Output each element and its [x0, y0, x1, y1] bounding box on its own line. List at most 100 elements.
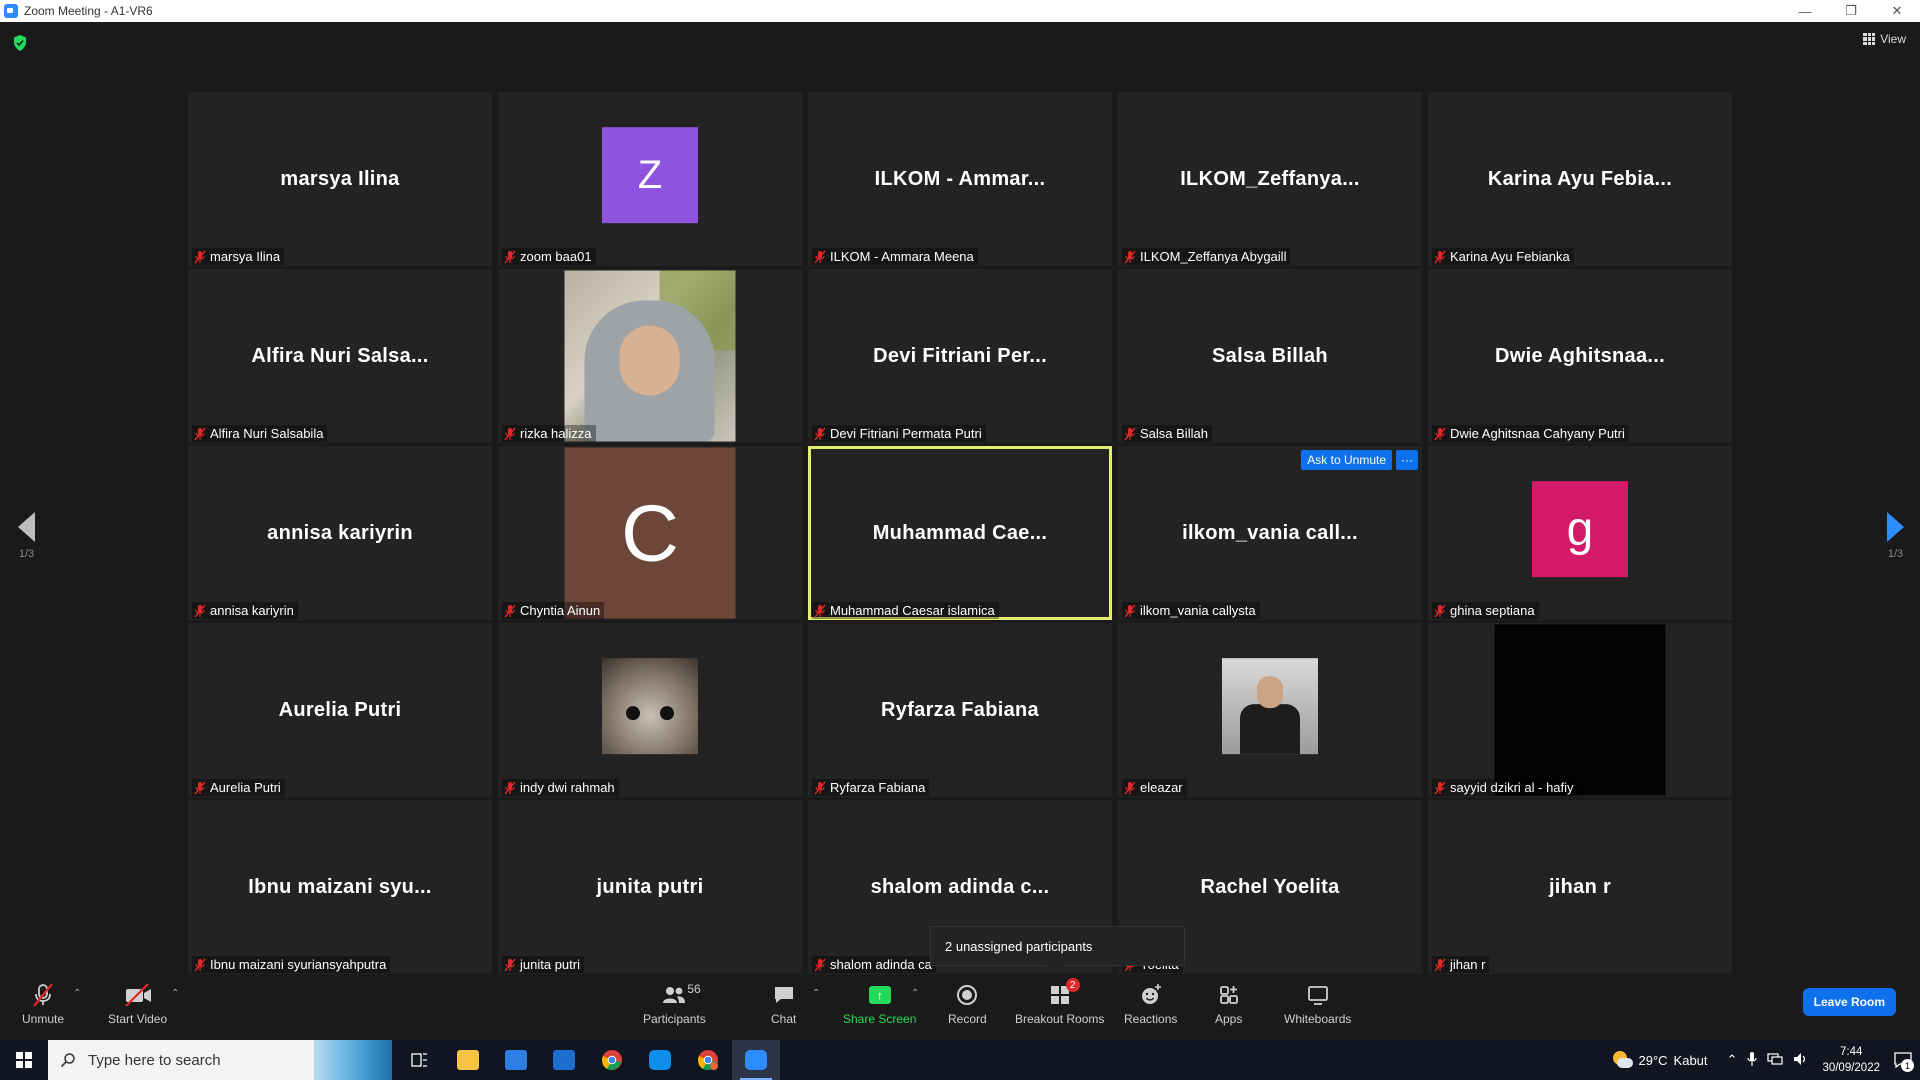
- participant-name-label: junita putri: [502, 956, 584, 973]
- participant-display-name: ILKOM_Zeffanya...: [1180, 167, 1360, 190]
- muted-mic-icon: [194, 427, 206, 441]
- chat-options-caret-icon[interactable]: ⌃: [812, 988, 820, 999]
- zoom-taskbar-icon[interactable]: [732, 1040, 780, 1080]
- weather-desc: Kabut: [1673, 1052, 1708, 1068]
- network-icon[interactable]: [1767, 1052, 1784, 1069]
- share-screen-button[interactable]: ↑ Share Screen: [843, 982, 916, 1026]
- record-button[interactable]: Record: [948, 982, 987, 1026]
- taskbar-clock[interactable]: 7:44 30/09/2022: [1822, 1044, 1880, 1076]
- chat-button[interactable]: Chat: [771, 982, 796, 1026]
- volume-icon[interactable]: [1793, 1052, 1809, 1069]
- participant-tile[interactable]: Karina Ayu Febia... Karina Ayu Febianka: [1428, 92, 1732, 266]
- teamviewer-icon[interactable]: [636, 1040, 684, 1080]
- notification-center-icon[interactable]: 1: [1890, 1040, 1916, 1080]
- participant-name-label: annisa kariyrin: [192, 602, 298, 619]
- restore-icon[interactable]: ❐: [1828, 0, 1874, 22]
- participant-tile[interactable]: Dwie Aghitsnaa... Dwie Aghitsnaa Cahyany …: [1428, 269, 1732, 443]
- participant-tile[interactable]: rizka halizza: [498, 269, 802, 443]
- next-page-arrow-icon[interactable]: [1887, 512, 1904, 542]
- reactions-button[interactable]: Reactions: [1124, 982, 1177, 1026]
- participant-name-label: ILKOM - Ammara Meena: [812, 248, 978, 265]
- video-options-caret-icon[interactable]: ⌃: [171, 988, 179, 999]
- microsoft-store-icon[interactable]: [492, 1040, 540, 1080]
- task-view-icon[interactable]: [396, 1040, 444, 1080]
- participant-tile[interactable]: ILKOM - Ammar... ILKOM - Ammara Meena: [808, 92, 1112, 266]
- ask-to-unmute-button[interactable]: Ask to Unmute: [1301, 450, 1392, 470]
- file-explorer-icon[interactable]: [444, 1040, 492, 1080]
- participant-name: Dwie Aghitsnaa Cahyany Putri: [1450, 426, 1625, 441]
- participant-tile[interactable]: ILKOM_Zeffanya... ILKOM_Zeffanya Abygaill: [1118, 92, 1422, 266]
- participant-tile[interactable]: indy dwi rahmah: [498, 623, 802, 797]
- system-tray: 29°C Kabut ⌃ 7:44 30/09/2022 1: [1611, 1040, 1920, 1080]
- participant-tile[interactable]: marsya Ilina marsya Ilina: [188, 92, 492, 266]
- whiteboards-button[interactable]: Whiteboards: [1284, 982, 1351, 1026]
- muted-mic-icon: [504, 958, 516, 972]
- chrome-profile-icon[interactable]: [684, 1040, 732, 1080]
- weather-widget[interactable]: 29°C Kabut: [1611, 1051, 1708, 1069]
- participant-tile[interactable]: Ryfarza Fabiana Ryfarza Fabiana: [808, 623, 1112, 797]
- participant-tile[interactable]: Alfira Nuri Salsa... Alfira Nuri Salsabil…: [188, 269, 492, 443]
- participant-name: Ibnu maizani syuriansyahputra: [210, 957, 387, 972]
- prev-page-nav[interactable]: 1/3: [18, 512, 35, 560]
- participant-name-label: ghina septiana: [1432, 602, 1539, 619]
- breakout-rooms-button[interactable]: 2 Breakout Rooms: [1015, 978, 1104, 1026]
- participant-tile[interactable]: sayyid dzikri al - hafiy: [1428, 623, 1732, 797]
- more-options-button[interactable]: ···: [1396, 450, 1418, 470]
- participants-count: 56: [687, 982, 701, 996]
- participant-tile[interactable]: junita putri junita putri: [498, 800, 802, 974]
- participant-tile[interactable]: eleazar: [1118, 623, 1422, 797]
- video-off-icon: [123, 982, 153, 1008]
- mail-icon[interactable]: [540, 1040, 588, 1080]
- participant-tile[interactable]: C Chyntia Ainun: [498, 446, 802, 620]
- muted-mic-icon: [1124, 427, 1136, 441]
- participant-name: annisa kariyrin: [210, 603, 294, 618]
- leave-room-button[interactable]: Leave Room: [1802, 988, 1896, 1016]
- zoom-app-icon: [4, 4, 18, 18]
- participant-tile[interactable]: g ghina septiana: [1428, 446, 1732, 620]
- muted-mic-icon: [504, 781, 516, 795]
- minimize-icon[interactable]: —: [1782, 0, 1828, 22]
- participant-tile[interactable]: ilkom_vania call... ilkom_vania callysta A…: [1118, 446, 1422, 620]
- participant-profile-photo: [602, 658, 698, 755]
- muted-mic-icon: [1434, 427, 1446, 441]
- participants-button[interactable]: 56 Participants: [643, 982, 706, 1026]
- view-button[interactable]: View: [1863, 32, 1906, 46]
- microphone-tray-icon[interactable]: [1747, 1051, 1758, 1069]
- participant-tile[interactable]: annisa kariyrin annisa kariyrin: [188, 446, 492, 620]
- participant-tile[interactable]: Devi Fitriani Per... Devi Fitriani Permat…: [808, 269, 1112, 443]
- muted-mic-icon: [194, 604, 206, 618]
- participant-tile[interactable]: Muhammad Cae... Muhammad Caesar islamica: [808, 446, 1112, 620]
- unmute-button[interactable]: Unmute: [22, 982, 64, 1026]
- start-video-button[interactable]: Start Video: [108, 982, 167, 1026]
- participant-tile[interactable]: Ibnu maizani syu... Ibnu maizani syurians…: [188, 800, 492, 974]
- participant-tile[interactable]: jihan r jihan r: [1428, 800, 1732, 974]
- apps-icon: [1217, 982, 1241, 1008]
- apps-button[interactable]: Apps: [1215, 982, 1242, 1026]
- grid-view-icon: [1863, 33, 1876, 45]
- participant-tile[interactable]: Zzoom baa01: [498, 92, 802, 266]
- participant-name: rizka halizza: [520, 426, 592, 441]
- show-hidden-icons-chevron-icon[interactable]: ⌃: [1727, 1052, 1738, 1068]
- close-icon[interactable]: ✕: [1874, 0, 1920, 22]
- view-label: View: [1880, 32, 1906, 46]
- participant-display-name: ILKOM - Ammar...: [874, 167, 1046, 190]
- participant-display-name: Alfira Nuri Salsa...: [251, 344, 429, 367]
- participant-name-label: Dwie Aghitsnaa Cahyany Putri: [1432, 425, 1629, 442]
- audio-options-caret-icon[interactable]: ⌃: [73, 988, 81, 999]
- participant-tile[interactable]: Salsa Billah Salsa Billah: [1118, 269, 1422, 443]
- share-options-caret-icon[interactable]: ⌃: [911, 988, 919, 999]
- prev-page-arrow-icon[interactable]: [18, 512, 35, 542]
- participant-avatar: Z: [602, 127, 698, 224]
- participant-name-label: indy dwi rahmah: [502, 779, 619, 796]
- participant-name-label: ILKOM_Zeffanya Abygaill: [1122, 248, 1291, 265]
- participant-name: marsya Ilina: [210, 249, 281, 264]
- next-page-nav[interactable]: 1/3: [1887, 512, 1904, 560]
- security-shield-icon[interactable]: [12, 34, 28, 52]
- taskbar-search-box[interactable]: Type here to search: [48, 1040, 392, 1080]
- participant-tile[interactable]: Aurelia Putri Aurelia Putri: [188, 623, 492, 797]
- participant-name-label: sayyid dzikri al - hafiy: [1432, 779, 1578, 796]
- participant-name: Chyntia Ainun: [520, 603, 601, 618]
- start-button[interactable]: [0, 1040, 48, 1080]
- chrome-icon[interactable]: [588, 1040, 636, 1080]
- muted-mic-icon: [194, 250, 206, 264]
